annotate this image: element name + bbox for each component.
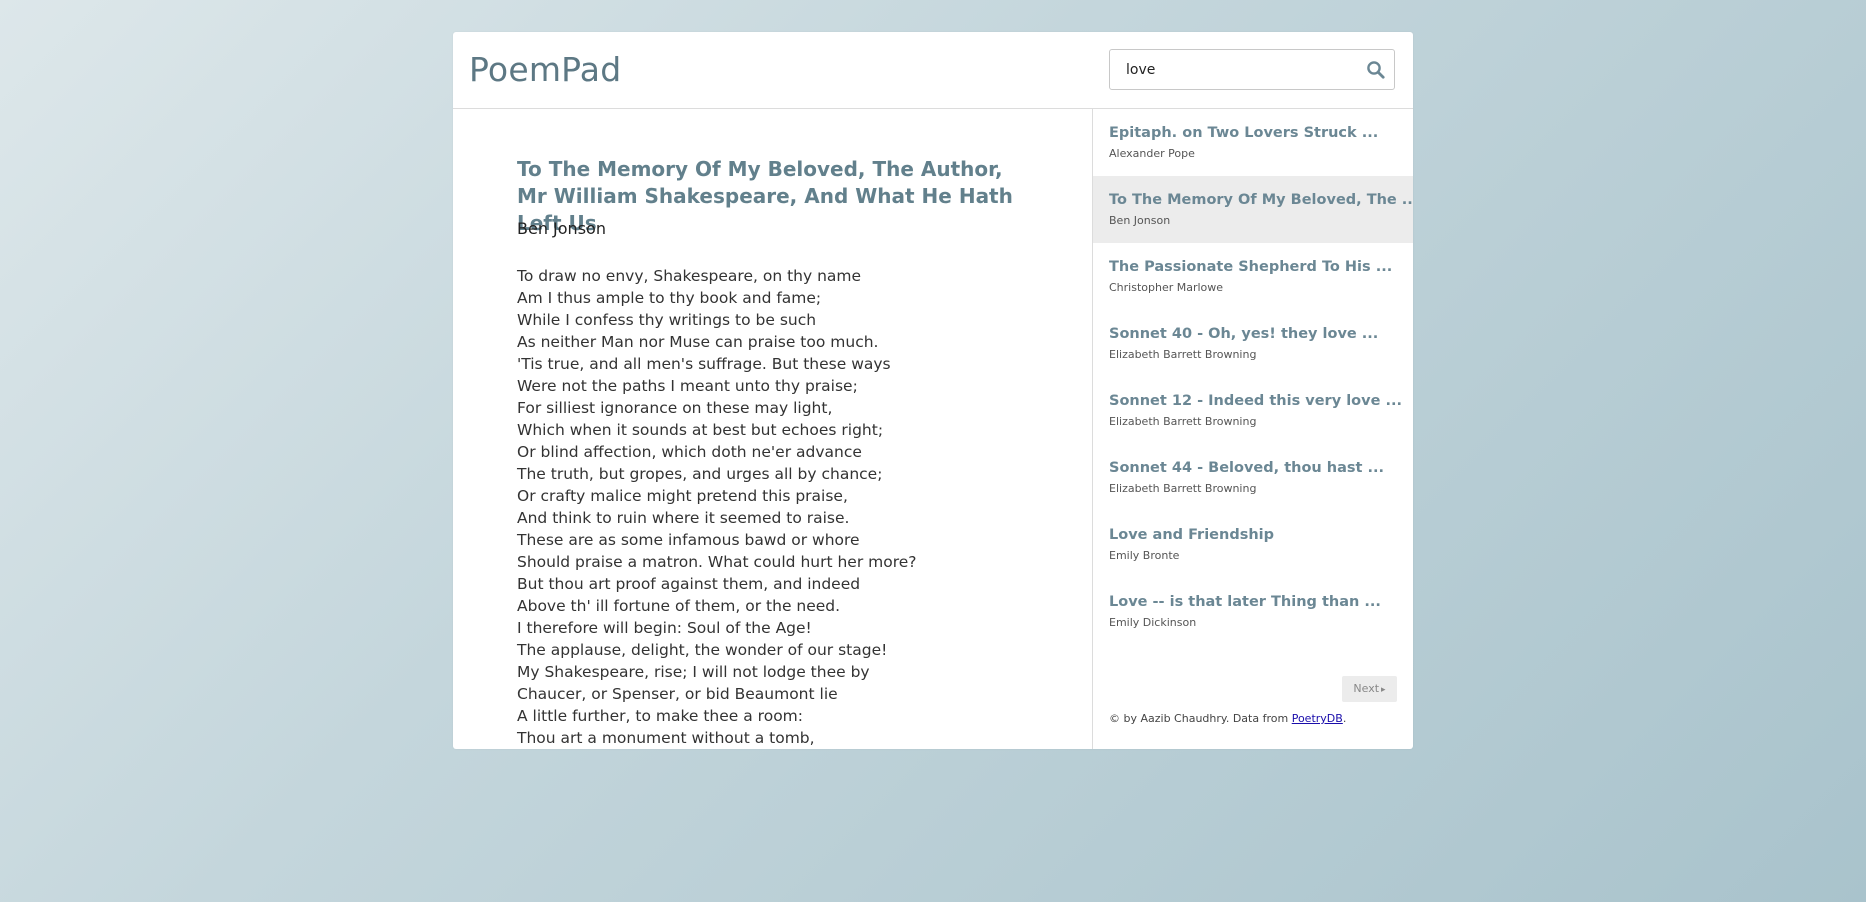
poem-line: While I confess thy writings to be such [517,311,817,329]
result-title: The Passionate Shepherd To His ... [1109,259,1393,275]
result-author: Emily Dickinson [1109,616,1197,629]
result-item[interactable]: Sonnet 44 - Beloved, thou hast ... Eliza… [1093,444,1413,511]
poem-line: Which when it sounds at best but echoes … [517,421,884,439]
poem-line: As neither Man nor Muse can praise too m… [517,333,879,351]
result-author: Elizabeth Barrett Browning [1109,348,1257,361]
result-author: Elizabeth Barrett Browning [1109,415,1257,428]
poem-line: 'Tis true, and all men's suffrage. But t… [517,355,891,373]
result-title: Sonnet 44 - Beloved, thou hast ... [1109,460,1385,476]
result-item[interactable]: Love and Friendship Emily Bronte [1093,511,1413,578]
footer: © by Aazib Chaudhry. Data from PoetryDB. [1109,712,1346,725]
poem-author: Ben Jonson [517,219,606,238]
result-author: Ben Jonson [1109,214,1171,227]
poem-line: My Shakespeare, rise; I will not lodge t… [517,663,870,681]
result-item-active[interactable]: To The Memory Of My Beloved, The ... Ben… [1093,176,1413,243]
result-title: Sonnet 12 - Indeed this very love ... [1109,393,1402,409]
poem-pane[interactable]: To The Memory Of My Beloved, The Author,… [453,109,1093,749]
header: PoemPad [453,32,1413,109]
result-item[interactable]: Love -- is that later Thing than ... Emi… [1093,578,1413,645]
poem-line: A little further, to make thee a room: [517,707,804,725]
footer-text: © by Aazib Chaudhry. Data from [1109,712,1292,725]
result-title: Love -- is that later Thing than ... [1109,594,1381,610]
result-title: To The Memory Of My Beloved, The ... [1109,192,1413,208]
poem-line: Should praise a matron. What could hurt … [517,553,917,571]
poem-line: The applause, delight, the wonder of our… [517,641,888,659]
poem-line: For silliest ignorance on these may ligh… [517,399,833,417]
footer-text-end: . [1342,712,1347,725]
result-author: Emily Bronte [1109,549,1180,562]
result-title: Love and Friendship [1109,527,1275,543]
app-window: PoemPad To The Memory Of My Beloved, The… [453,32,1413,749]
poem-line: To draw no envy, Shakespeare, on thy nam… [517,267,862,285]
results-sidebar: Epitaph. on Two Lovers Struck ... Alexan… [1093,109,1413,749]
poetrydb-link[interactable]: PoetryDB [1292,712,1343,725]
search-box [1109,49,1395,90]
next-button[interactable]: Next ▸ [1342,676,1397,702]
poem-line: Thou art a monument without a tomb, [517,729,815,747]
result-author: Alexander Pope [1109,147,1195,160]
poem-line: I therefore will begin: Soul of the Age! [517,619,812,637]
result-author: Elizabeth Barrett Browning [1109,482,1257,495]
poem-line: But thou art proof against them, and ind… [517,575,861,593]
result-title: Epitaph. on Two Lovers Struck ... [1109,125,1379,141]
poem-line: And think to ruin where it seemed to rai… [517,509,850,527]
result-title: Sonnet 40 - Oh, yes! they love ... [1109,326,1379,342]
result-item[interactable]: Sonnet 40 - Oh, yes! they love ... Eliza… [1093,310,1413,377]
poem-line: Or blind affection, which doth ne'er adv… [517,443,862,461]
next-button-label: Next [1353,682,1380,695]
poem-line: The truth, but gropes, and urges all by … [517,465,883,483]
search-input[interactable] [1110,50,1366,89]
search-icon[interactable] [1366,60,1386,80]
result-item[interactable]: The Passionate Shepherd To His ... Chris… [1093,243,1413,310]
poem-line: These are as some infamous bawd or whore [517,531,860,549]
caret-right-icon: ▸ [1381,685,1386,695]
poem-line: Were not the paths I meant unto thy prai… [517,377,858,395]
result-author: Christopher Marlowe [1109,281,1224,294]
poem-line: Or crafty malice might pretend this prai… [517,487,848,505]
result-item[interactable]: Sonnet 12 - Indeed this very love ... El… [1093,377,1413,444]
poem-line: Above th' ill fortune of them, or the ne… [517,597,841,615]
poem-line: Am I thus ample to thy book and fame; [517,289,822,307]
poem-body: To draw no envy, Shakespeare, on thy nam… [517,265,1077,749]
app-logo[interactable]: PoemPad [469,50,621,89]
result-item[interactable]: Epitaph. on Two Lovers Struck ... Alexan… [1093,109,1413,176]
poem-line: Chaucer, or Spenser, or bid Beaumont lie [517,685,838,703]
